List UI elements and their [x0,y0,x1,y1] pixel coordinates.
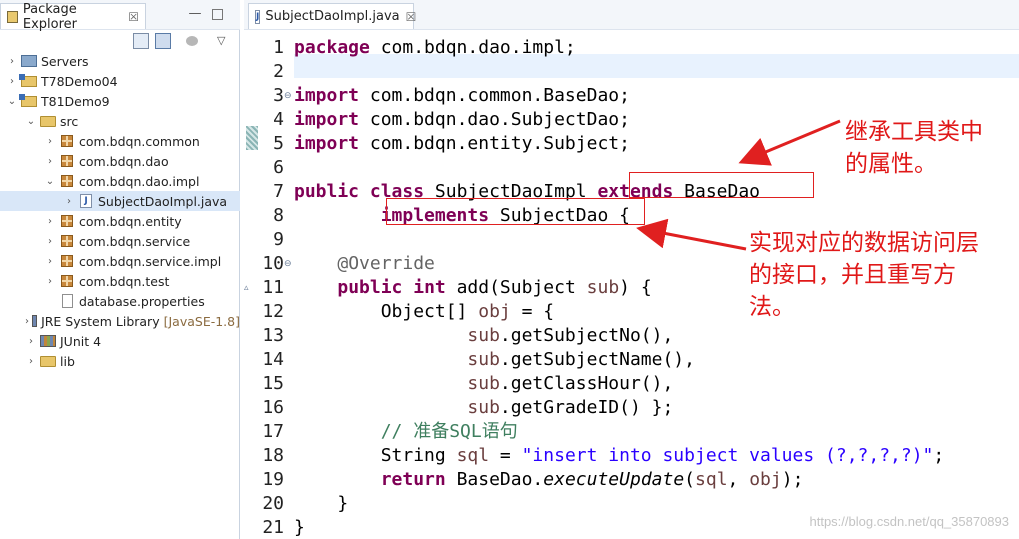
tree-item-label: com.bdqn.service [79,233,191,249]
tree-item[interactable]: ⌄ T81Demo9 [0,91,240,111]
java-file-icon: J [80,194,92,208]
collapsed-chevron-icon[interactable]: › [6,56,18,67]
package-icon [61,255,73,267]
tree-item-label: T78Demo04 [41,73,118,89]
project-icon [19,73,37,87]
tree-item-label: JUnit 4 [60,333,102,349]
collapsed-chevron-icon[interactable]: › [44,216,56,227]
minimize-icon[interactable]: — [188,7,202,21]
project-tree: › Servers › T78Demo04 ⌄ T81Demo9 ⌄ src › com.bdqn… [0,51,240,371]
tree-item-label: com.bdqn.test [79,273,170,289]
tree-item-label: SubjectDaoImpl.java [98,193,228,209]
tree-item-label: T81Demo9 [41,93,110,109]
annotation-implements-note: 实现对应的数据访问层 的接口，并且重写方 法。 [749,230,979,320]
collapsed-chevron-icon[interactable]: › [63,196,75,207]
tree-item[interactable]: › T78Demo04 [0,71,240,91]
tree-item-label: JRE System Library [41,313,160,329]
tree-item[interactable]: › JUnit 4 [0,331,240,351]
package-explorer-view: Package Explorer ☒ — ▽ › Servers › T78Demo0… [0,0,240,539]
tree-item[interactable]: › com.bdqn.test [0,271,240,291]
link-with-editor-icon[interactable] [155,33,171,49]
package-icon [61,275,73,287]
view-menu-icon[interactable]: ▽ [217,34,225,47]
package-icon [61,135,73,147]
tree-item-label: com.bdqn.common [79,133,200,149]
tree-item-label: com.bdqn.dao [79,153,169,169]
tree-item-label: lib [60,353,75,369]
library-icon [40,335,56,347]
tree-item[interactable]: › com.bdqn.dao [0,151,240,171]
tree-item[interactable]: › lib [0,351,240,371]
collapsed-chevron-icon[interactable]: › [25,356,37,367]
expanded-chevron-icon[interactable]: ⌄ [6,96,18,107]
package-icon [61,235,73,247]
tree-item[interactable]: › com.bdqn.entity [0,211,240,231]
tab-package-explorer[interactable]: Package Explorer ☒ [0,1,146,32]
explorer-tab-bar: Package Explorer ☒ — [0,0,240,32]
tree-item[interactable]: › com.bdqn.common [0,131,240,151]
tree-item[interactable]: › com.bdqn.service.impl [0,251,240,271]
project-icon [19,93,37,107]
package-icon [61,155,73,167]
close-tab-icon[interactable]: ☒ [128,10,139,24]
java-editor: J SubjectDaoImpl.java ☒ 1 2 3 4 5 6 7 8 9 10 11 12 1… [244,0,1019,539]
annotation-extends-note: 继承工具类中 的属性。 [845,119,983,177]
tree-item-label: database.properties [79,293,205,309]
package-explorer-icon [7,10,18,23]
collapsed-chevron-icon[interactable]: › [25,316,29,327]
focus-icon[interactable] [186,36,198,46]
arrow-to-extends [738,119,841,166]
watermark: https://blog.csdn.net/qq_35870893 [809,514,1010,529]
tree-item[interactable]: › J SubjectDaoImpl.java [0,191,240,211]
expanded-chevron-icon[interactable]: ⌄ [44,176,56,187]
collapsed-chevron-icon[interactable]: › [44,256,56,267]
folder-icon [40,356,56,367]
package-icon [61,215,73,227]
tree-item-decoration: [JavaSE-1.8] [163,313,240,329]
collapsed-chevron-icon[interactable]: › [44,136,56,147]
collapsed-chevron-icon[interactable]: › [44,276,56,287]
expanded-chevron-icon[interactable]: ⌄ [25,116,37,127]
explorer-toolbar: ▽ [0,31,240,51]
maximize-icon[interactable] [212,9,223,20]
properties-file-icon [62,294,73,308]
library-icon [32,315,38,327]
tree-item-label: src [60,113,79,129]
tree-item[interactable]: › com.bdqn.service [0,231,240,251]
tree-item-label: com.bdqn.entity [79,213,182,229]
tree-item[interactable]: › JRE System Library [JavaSE-1.8] [0,311,240,331]
tree-item[interactable]: ⌄ src [0,111,240,131]
collapsed-chevron-icon[interactable]: › [44,156,56,167]
tree-item[interactable]: › Servers [0,51,240,71]
collapsed-chevron-icon[interactable]: › [25,336,37,347]
collapse-all-icon[interactable] [133,33,149,49]
tree-item-label: com.bdqn.service.impl [79,253,222,269]
tree-item[interactable]: database.properties [0,291,240,311]
server-folder-icon [21,55,37,67]
source-folder-icon [40,116,56,127]
tree-item-label: Servers [41,53,89,69]
tree-item-label: com.bdqn.dao.impl [79,173,200,189]
arrow-to-implements [636,218,747,251]
collapsed-chevron-icon[interactable]: › [44,236,56,247]
tab-label: Package Explorer [22,1,77,32]
package-icon [61,175,73,187]
collapsed-chevron-icon[interactable]: › [6,76,18,87]
tree-item[interactable]: ⌄ com.bdqn.dao.impl [0,171,240,191]
